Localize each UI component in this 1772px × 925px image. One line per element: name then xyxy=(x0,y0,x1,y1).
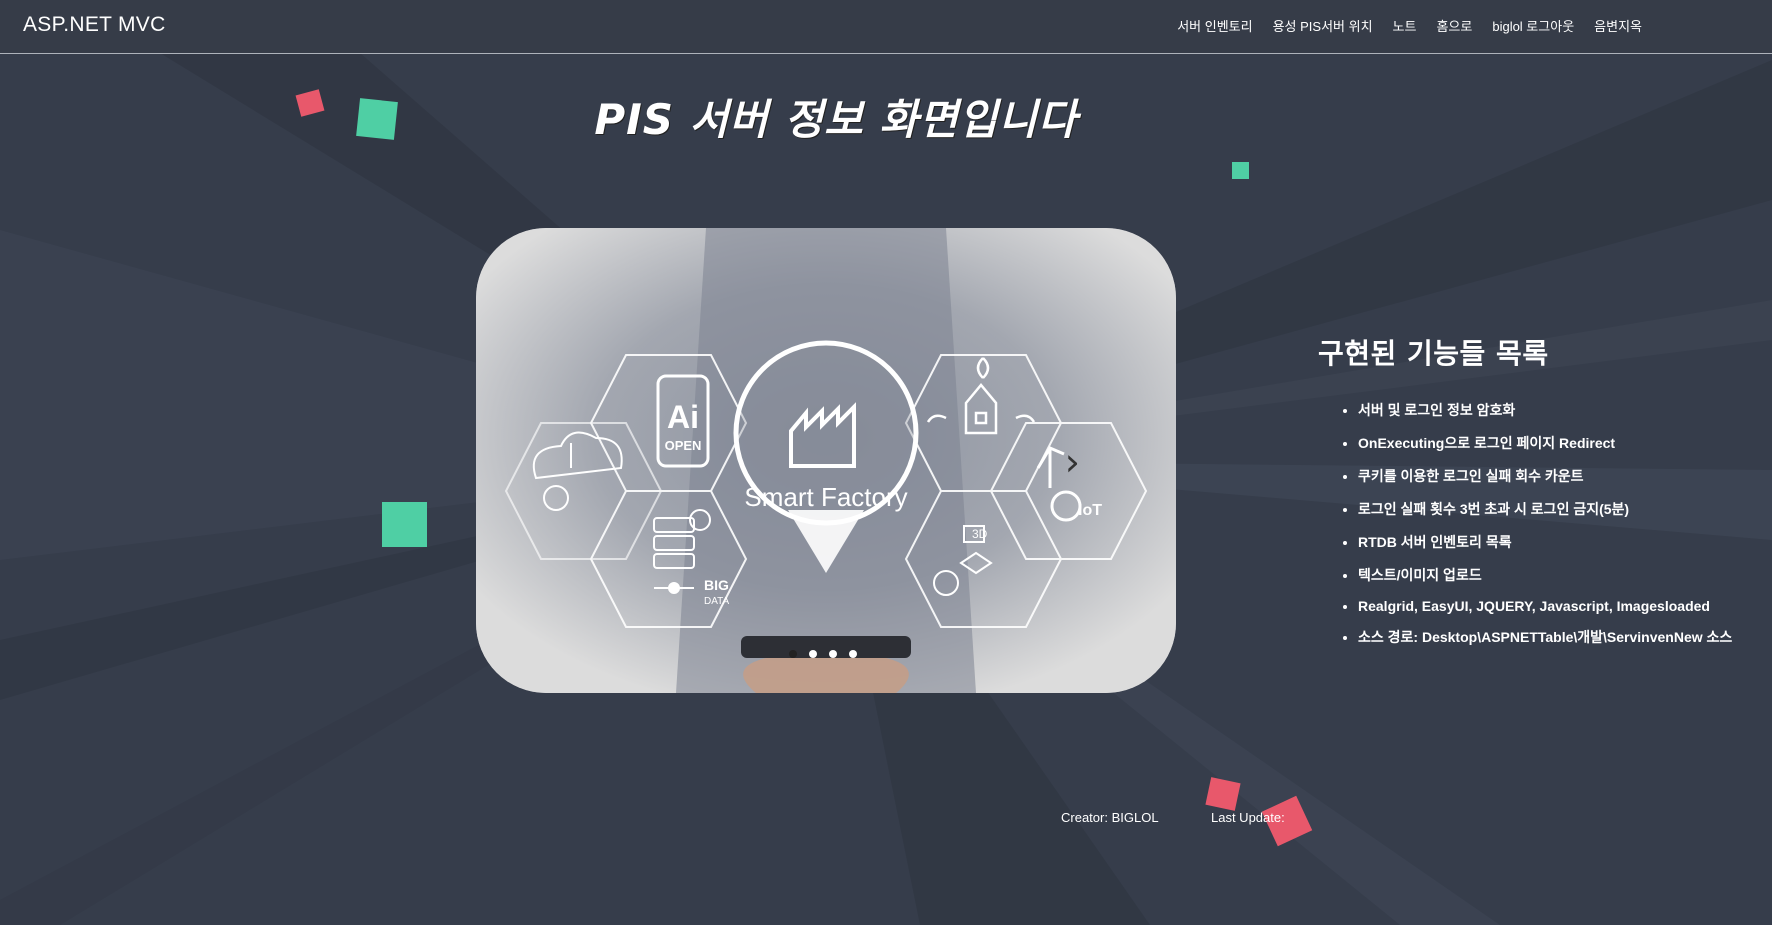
feature-item: 쿠키를 이용한 로그인 실패 회수 카운트 xyxy=(1358,466,1732,486)
nav-link-extra[interactable]: 음변지옥 xyxy=(1594,16,1642,35)
decorative-square-red xyxy=(1205,777,1241,811)
nav-link-notes[interactable]: 노트 xyxy=(1393,16,1417,35)
decorative-square-green xyxy=(1232,162,1249,179)
ai-icon-label: Ai xyxy=(667,399,699,435)
features-list: 서버 및 로그인 정보 암호화 OnExecuting으로 로그인 페이지 Re… xyxy=(1318,400,1732,647)
feature-item: 텍스트/이미지 업로드 xyxy=(1358,565,1732,585)
carousel-indicator-2[interactable] xyxy=(809,650,817,658)
nav-link-logout[interactable]: biglol 로그아웃 xyxy=(1492,16,1574,35)
carousel-indicator-1[interactable] xyxy=(789,650,797,658)
nav-link-server-inventory[interactable]: 서버 인벤토리 xyxy=(1177,16,1252,35)
carousel-indicator-4[interactable] xyxy=(849,650,857,658)
big-icon-label: BIG xyxy=(704,577,729,593)
feature-item: 로그인 실패 횟수 3번 초과 시 로그인 금지(5분) xyxy=(1358,499,1732,519)
carousel-indicators xyxy=(789,650,857,658)
carousel-indicator-3[interactable] xyxy=(829,650,837,658)
creator-label: Creator: xyxy=(1061,810,1108,825)
top-navbar: ASP.NET MVC 서버 인벤토리 용성 PIS서버 위치 노트 홈으로 b… xyxy=(0,0,1772,54)
creator-value: BIGLOL xyxy=(1111,810,1159,825)
brand-link[interactable]: ASP.NET MVC xyxy=(23,13,166,37)
features-heading: 구현된 기능들 목록 xyxy=(1318,337,1549,370)
nav-links: 서버 인벤토리 용성 PIS서버 위치 노트 홈으로 biglol 로그아웃 음… xyxy=(1177,16,1642,35)
features-panel: 구현된 기능들 목록 서버 및 로그인 정보 암호화 OnExecuting으로… xyxy=(1318,332,1732,660)
chevron-right-icon[interactable]: › xyxy=(1065,440,1080,484)
creator-info: Creator: BIGLOL xyxy=(1061,810,1159,825)
3d-icon-label: 3D xyxy=(972,527,988,541)
feature-item: 소스 경로: Desktop\ASPNETTable\개발\ServinvenN… xyxy=(1358,627,1732,647)
nav-link-pis-server-location[interactable]: 용성 PIS서버 위치 xyxy=(1273,16,1373,35)
decorative-square-green xyxy=(382,502,427,547)
smart-factory-label: Smart Factory xyxy=(744,482,907,512)
last-update-info: Last Update: xyxy=(1211,810,1285,825)
data-icon-label: DATA xyxy=(704,596,730,607)
open-icon-label: OPEN xyxy=(665,438,702,453)
feature-item: OnExecuting으로 로그인 페이지 Redirect xyxy=(1358,433,1732,453)
nav-link-home[interactable]: 홈으로 xyxy=(1436,16,1472,35)
feature-item: Realgrid, EasyUI, JQUERY, Javascript, Im… xyxy=(1358,598,1732,614)
image-carousel[interactable]: Ai OPEN BIG DATA 3D IoT Smart Factory › xyxy=(476,228,1176,693)
last-update-label: Last Update: xyxy=(1211,810,1285,825)
feature-item: RTDB 서버 인벤토리 목록 xyxy=(1358,532,1732,552)
page-title: PIS 서버 정보 화면입니다 xyxy=(594,95,1078,144)
iot-icon-label: IoT xyxy=(1078,502,1102,519)
feature-item: 서버 및 로그인 정보 암호화 xyxy=(1358,400,1732,420)
